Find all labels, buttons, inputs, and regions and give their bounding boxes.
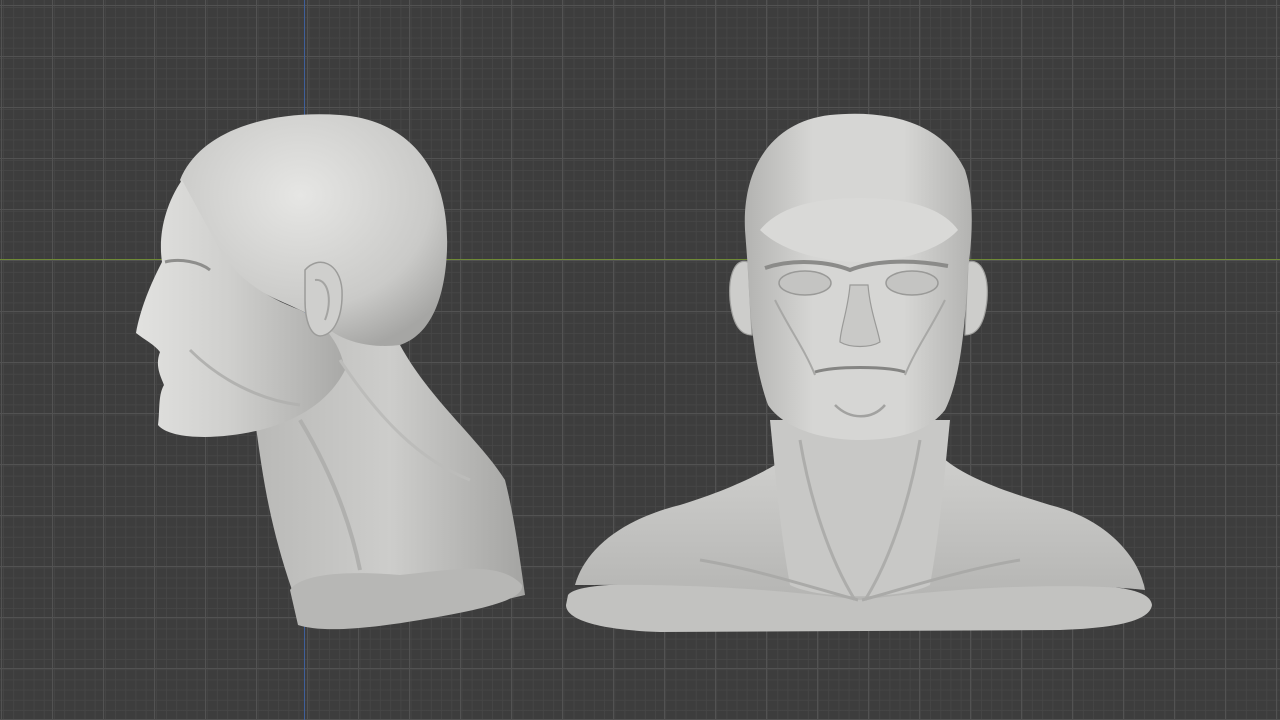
- front-head: [744, 113, 972, 441]
- front-eye-right: [885, 270, 939, 296]
- front-eye-left: [778, 270, 832, 296]
- front-ear-right: [964, 260, 988, 336]
- bust-front-view-mesh[interactable]: [0, 0, 1280, 720]
- 3d-viewport[interactable]: [0, 0, 1280, 720]
- front-neck: [770, 420, 950, 597]
